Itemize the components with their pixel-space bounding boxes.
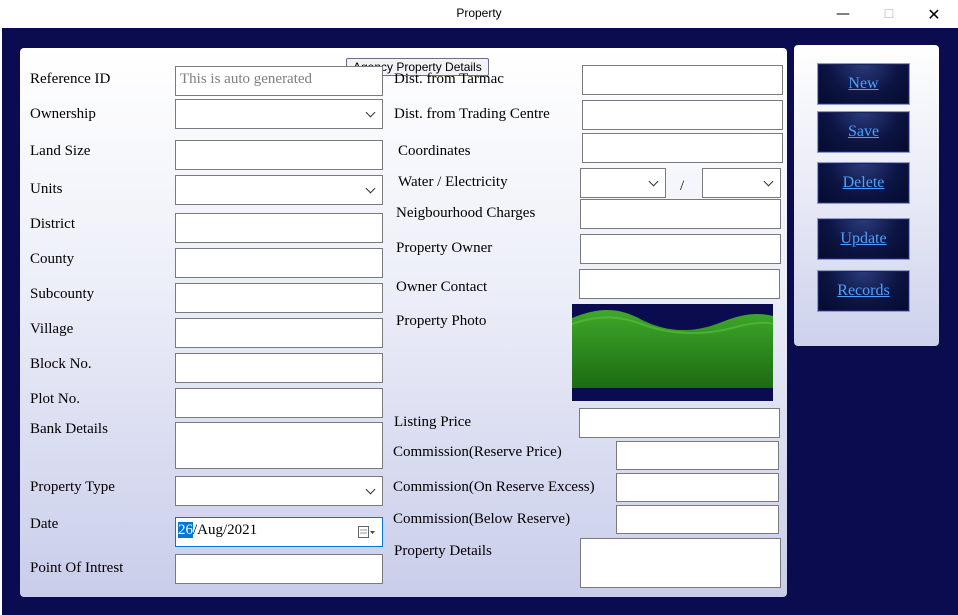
- plot-no-input[interactable]: [175, 388, 383, 418]
- dist-tarmac-label: Dist. from Tarmac: [394, 71, 504, 87]
- district-label: District: [30, 216, 75, 232]
- minimize-icon: —: [836, 6, 850, 22]
- delete-button[interactable]: Delete: [817, 162, 910, 204]
- subcounty-label: Subcounty: [30, 286, 95, 302]
- calendar-icon[interactable]: [358, 525, 376, 539]
- date-day-segment[interactable]: 26: [178, 522, 193, 538]
- update-button[interactable]: Update: [817, 218, 910, 260]
- coordinates-label: Coordinates: [398, 143, 471, 159]
- property-type-label: Property Type: [30, 479, 115, 495]
- save-button[interactable]: Save: [817, 111, 910, 153]
- property-photo-label: Property Photo: [396, 313, 487, 329]
- new-button[interactable]: New: [817, 63, 910, 105]
- dist-trading-label: Dist. from Trading Centre: [394, 106, 550, 122]
- date-label: Date: [30, 516, 59, 532]
- neighbourhood-charges-input[interactable]: [580, 199, 781, 229]
- window-title: Property: [456, 6, 502, 20]
- property-details-label: Property Details: [394, 543, 492, 559]
- units-label: Units: [30, 181, 63, 197]
- commission-below-label: Commission(Below Reserve): [393, 511, 571, 527]
- form-client-area: Agency Property Details Reference ID Own…: [2, 28, 958, 615]
- ownership-select[interactable]: [175, 99, 383, 129]
- dist-tarmac-input[interactable]: [582, 65, 783, 95]
- records-button[interactable]: Records: [817, 270, 910, 312]
- county-input[interactable]: [175, 248, 383, 278]
- commission-below-input[interactable]: [616, 505, 779, 534]
- point-of-interest-label: Point Of Intrest: [30, 560, 124, 576]
- close-icon: ✕: [927, 4, 941, 24]
- plot-no-label: Plot No.: [30, 391, 81, 407]
- subcounty-input[interactable]: [175, 283, 383, 313]
- date-picker[interactable]: 26/Aug/2021: [175, 517, 383, 547]
- action-panel: New Save Delete Update Records: [794, 45, 939, 346]
- dist-trading-input[interactable]: [582, 100, 783, 130]
- property-photo-image: [572, 304, 773, 401]
- property-owner-label: Property Owner: [396, 240, 493, 256]
- water-electricity-separator: /: [680, 178, 685, 194]
- land-size-label: Land Size: [30, 143, 91, 159]
- commission-excess-input[interactable]: [616, 473, 779, 502]
- maximize-icon: ☐: [883, 7, 895, 21]
- title-bar: Property — ☐ ✕: [0, 0, 958, 28]
- reference-id-label: Reference ID: [30, 71, 111, 87]
- block-no-input[interactable]: [175, 353, 383, 383]
- reference-id-input[interactable]: This is auto generated: [175, 66, 383, 96]
- minimize-button[interactable]: —: [820, 0, 866, 28]
- water-electricity-label: Water / Electricity: [398, 174, 508, 190]
- listing-price-input[interactable]: [579, 408, 780, 438]
- ownership-label: Ownership: [30, 106, 96, 122]
- land-size-input[interactable]: [175, 140, 383, 170]
- neighbourhood-charges-label: Neigbourhood Charges: [396, 205, 536, 221]
- district-input[interactable]: [175, 213, 383, 243]
- property-owner-input[interactable]: [580, 234, 781, 264]
- point-of-interest-input[interactable]: [175, 554, 383, 584]
- owner-contact-label: Owner Contact: [396, 279, 488, 295]
- block-no-label: Block No.: [30, 356, 92, 372]
- property-type-select[interactable]: [175, 476, 383, 506]
- property-details-textarea[interactable]: [580, 538, 781, 588]
- bank-details-textarea[interactable]: [175, 422, 383, 469]
- electricity-select[interactable]: [702, 168, 781, 198]
- property-window: Property — ☐ ✕ Agency Property Details R…: [0, 0, 958, 615]
- maximize-button[interactable]: ☐: [866, 0, 912, 28]
- commission-reserve-input[interactable]: [616, 441, 779, 470]
- village-input[interactable]: [175, 318, 383, 348]
- coordinates-input[interactable]: [582, 133, 783, 163]
- date-month-year: /Aug/2021: [193, 522, 258, 538]
- close-button[interactable]: ✕: [911, 0, 957, 28]
- units-select[interactable]: [175, 175, 383, 205]
- water-select[interactable]: [580, 168, 666, 198]
- commission-excess-label: Commission(On Reserve Excess): [393, 479, 595, 495]
- bank-details-label: Bank Details: [30, 421, 108, 437]
- property-photo[interactable]: [572, 304, 773, 401]
- commission-reserve-label: Commission(Reserve Price): [393, 444, 562, 460]
- county-label: County: [30, 251, 75, 267]
- village-label: Village: [30, 321, 74, 337]
- owner-contact-input[interactable]: [579, 269, 780, 299]
- listing-price-label: Listing Price: [394, 414, 472, 430]
